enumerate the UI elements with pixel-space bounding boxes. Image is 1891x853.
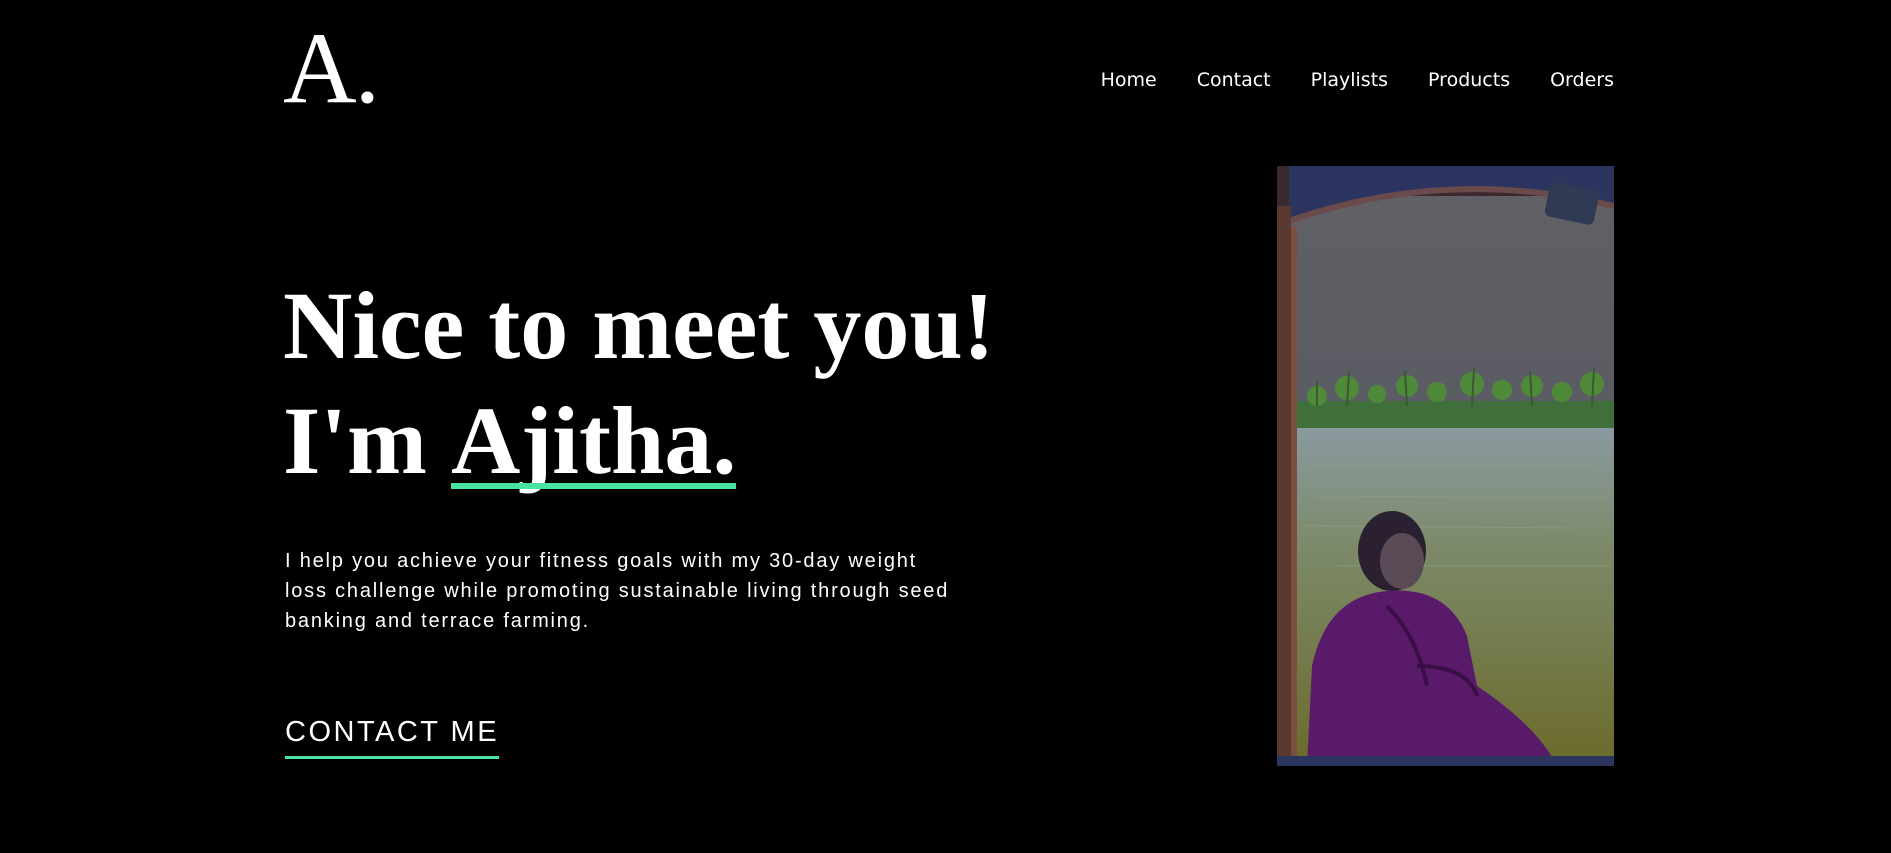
profile-photo	[1277, 166, 1614, 766]
nav-item-home[interactable]: Home	[1101, 68, 1157, 92]
intro-paragraph: I help you achieve your fitness goals wi…	[285, 550, 950, 632]
contact-me-button[interactable]: CONTACT ME	[285, 714, 500, 759]
headline-prefix: I'm	[283, 387, 427, 494]
profile-photo-image	[1277, 166, 1614, 766]
site-logo[interactable]: A.	[283, 18, 380, 120]
nav-item-products[interactable]: Products	[1428, 68, 1510, 92]
headline-intro-line: I'm Ajitha.	[283, 383, 995, 498]
headline-greeting: Nice to meet you!	[283, 272, 995, 379]
nav-item-orders[interactable]: Orders	[1550, 68, 1614, 92]
highlighted-name: Ajitha.	[451, 387, 737, 494]
nav-item-playlists[interactable]: Playlists	[1311, 68, 1388, 92]
main-nav: Home Contact Playlists Products Orders	[1101, 68, 1614, 92]
hero-headline: Nice to meet you! I'm Ajitha.	[283, 268, 995, 498]
nav-item-contact[interactable]: Contact	[1197, 68, 1271, 92]
